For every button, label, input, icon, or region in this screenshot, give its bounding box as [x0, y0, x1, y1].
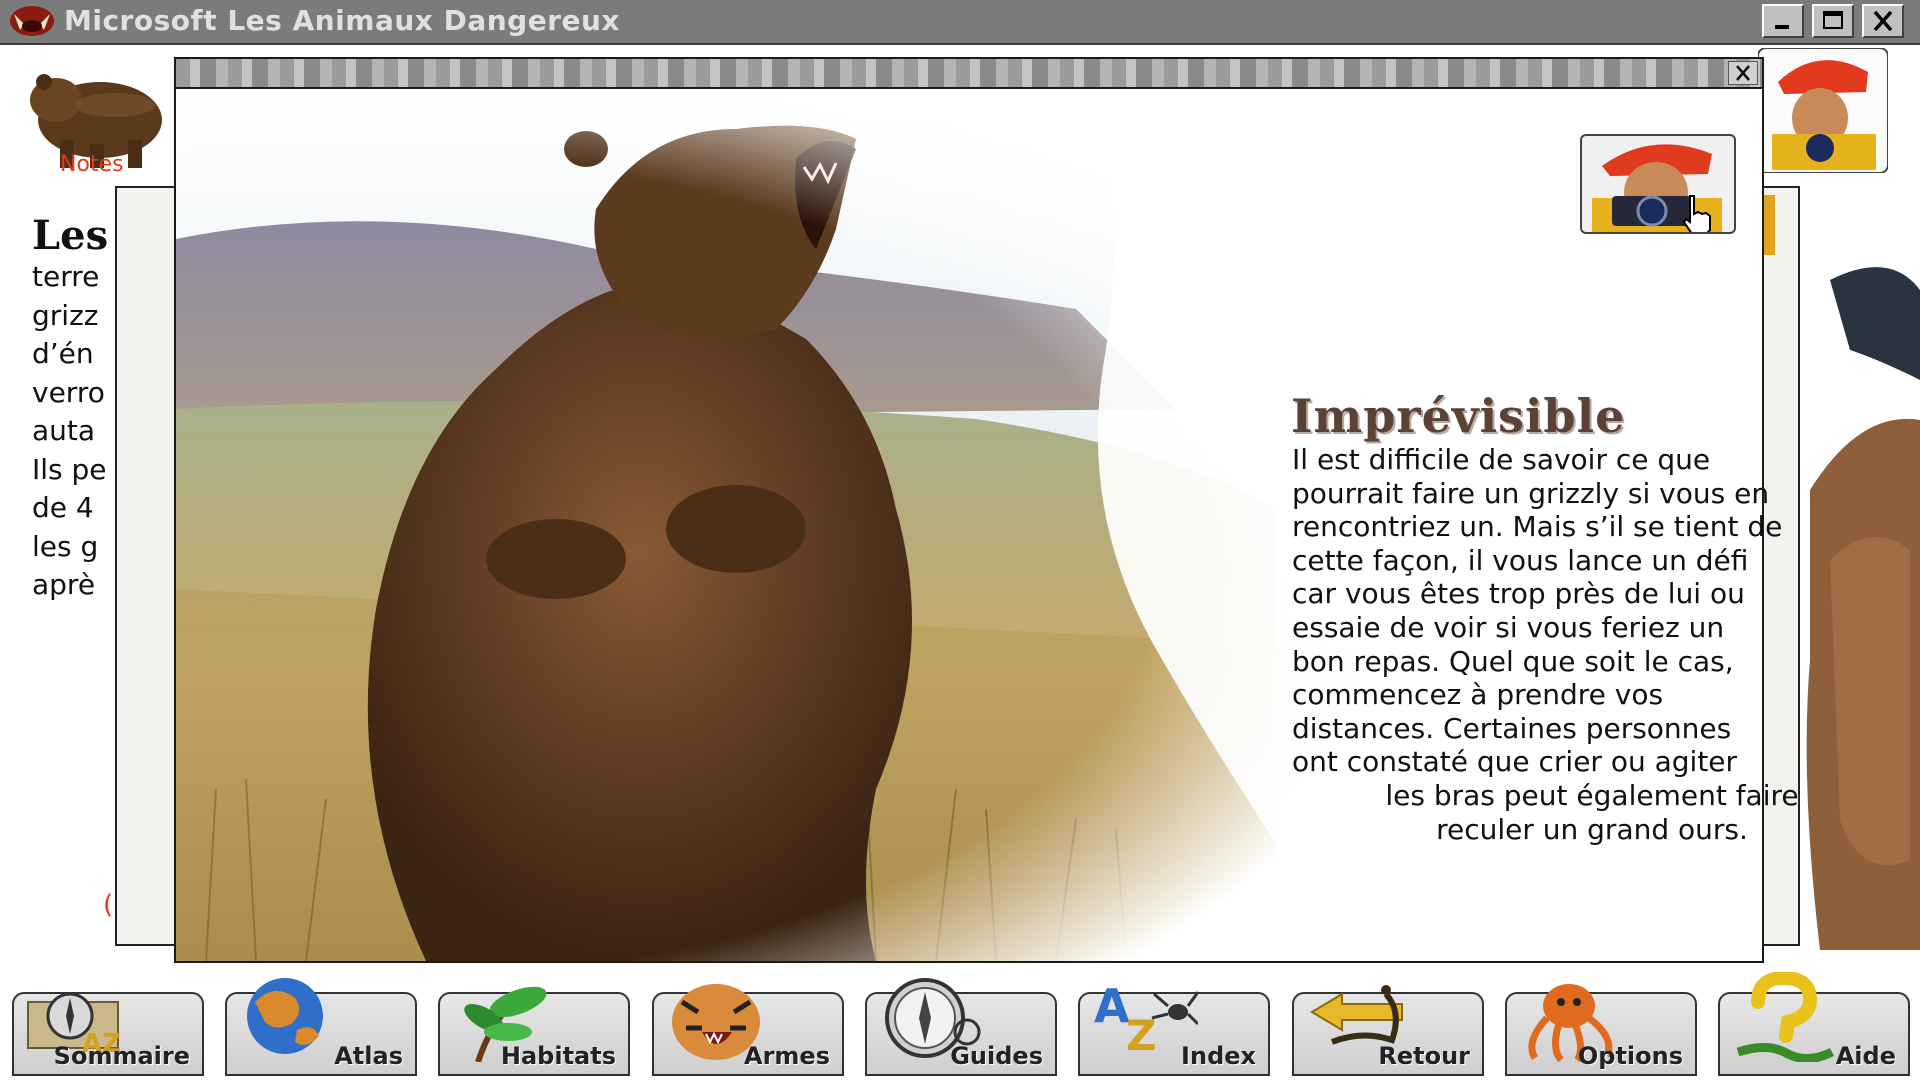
close-icon	[1736, 65, 1750, 81]
popup-text-line: les bras peut également faire	[1385, 778, 1799, 812]
svg-text:A: A	[1094, 979, 1130, 1033]
popup-text-line: reculer un grand ours.	[1436, 812, 1748, 846]
popup-text-line: pourrait faire un grizzly si vous en	[1292, 476, 1770, 510]
background-photographer-icon	[1758, 48, 1888, 173]
toolbar-label: Armes	[744, 1042, 830, 1070]
info-popup: Imprévisible Il est difficile de savoir …	[174, 57, 1799, 963]
close-button[interactable]	[1862, 4, 1904, 38]
popup-text-line: distances. Certaines personnes	[1292, 711, 1732, 745]
maximize-icon	[1823, 11, 1843, 29]
toolbar-button-options[interactable]: Options	[1505, 984, 1697, 1076]
maximize-button[interactable]	[1812, 4, 1854, 38]
popup-text-line: commencez à prendre vos	[1292, 678, 1664, 712]
app-logo-icon	[10, 6, 54, 36]
background-line: terre	[32, 260, 100, 293]
close-icon	[1873, 10, 1893, 32]
toolbar-label: Retour	[1378, 1042, 1470, 1070]
popup-text-line: essaie de voir si vous feriez un	[1292, 610, 1725, 644]
title-bar: Microsoft Les Animaux Dangereux	[0, 0, 1920, 45]
popup-text-line: ont constaté que crier ou agiter	[1292, 745, 1738, 779]
toolbar-label: Guides	[950, 1042, 1043, 1070]
background-line: grizz	[32, 298, 99, 332]
svg-text:Z: Z	[1126, 1011, 1156, 1060]
toolbar-button-atlas[interactable]: Atlas	[225, 978, 417, 1076]
background-line: Ils pe	[32, 452, 107, 486]
popup-text-line: Il est difficile de savoir ce que	[1292, 443, 1711, 476]
background-red-mark: (	[103, 890, 114, 920]
toolbar-label: Habitats	[500, 1042, 616, 1070]
toolbar-label: Index	[1181, 1042, 1256, 1070]
toolbar-button-habitats[interactable]: Habitats	[438, 986, 630, 1076]
photographer-button[interactable]	[1580, 134, 1736, 234]
toolbar-button-sommaire[interactable]: AZ Sommaire	[12, 992, 204, 1076]
question-snake-icon	[1736, 972, 1835, 1062]
background-heading: Les	[32, 214, 109, 259]
background-article-text: Les terre grizz d’én verro auta Ils pe d…	[32, 214, 118, 605]
popup-text-line: bon repas. Quel que soit le cas,	[1292, 644, 1734, 678]
background-line: de 4	[32, 491, 94, 524]
toolbar-label: Sommaire	[53, 1042, 190, 1070]
background-line: aprè	[32, 568, 96, 601]
toolbar-button-retour[interactable]: Retour	[1292, 985, 1484, 1076]
background-line: les g	[32, 529, 99, 563]
toolbar-button-aide[interactable]: Aide	[1718, 972, 1910, 1076]
minimize-icon	[1775, 25, 1789, 29]
toolbar-label: Options	[1577, 1042, 1683, 1070]
popup-text-line: car vous êtes trop près de lui ou	[1292, 577, 1745, 611]
popup-close-button[interactable]	[1728, 61, 1758, 85]
window-title: Microsoft Les Animaux Dangereux	[64, 4, 620, 37]
toolbar-button-index[interactable]: A Z Index	[1078, 979, 1270, 1076]
notes-label[interactable]: Notes	[60, 152, 124, 177]
toolbar-button-armes[interactable]: Armes	[652, 984, 844, 1076]
background-line: d’én	[32, 337, 94, 370]
popup-text-line: cette façon, il vous lance un défi	[1292, 543, 1749, 577]
toolbar-label: Atlas	[334, 1042, 403, 1070]
toolbar-label: Aide	[1835, 1042, 1896, 1070]
hand-pointer-icon	[1682, 195, 1711, 232]
popup-title-bar	[176, 59, 1762, 89]
popup-text-line: rencontriez un. Mais s’il se tient de	[1292, 510, 1783, 544]
popup-title: Imprévisible	[1291, 389, 1626, 443]
globe-icon	[247, 978, 323, 1054]
popup-body-text: Il est difficile de savoir ce que pourra…	[1292, 443, 1912, 846]
background-line: verro	[32, 375, 105, 409]
minimize-button[interactable]	[1762, 4, 1804, 38]
toolbar-button-guides[interactable]: Guides	[865, 978, 1057, 1076]
background-line: auta	[32, 414, 96, 447]
